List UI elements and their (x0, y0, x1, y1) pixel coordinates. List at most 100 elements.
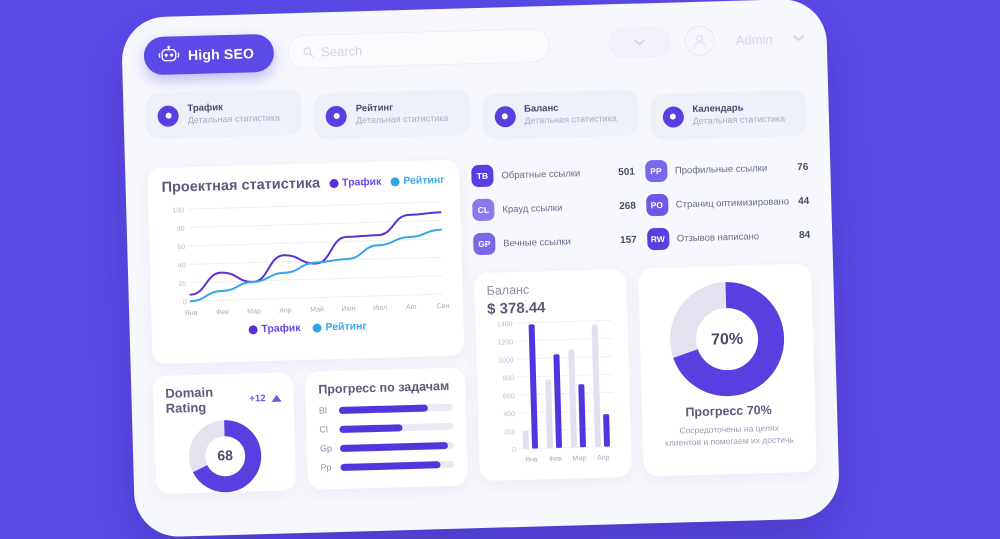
task-progress-bar (339, 422, 454, 433)
stat-value: 501 (618, 166, 636, 178)
dropdown-pill-button[interactable] (608, 26, 672, 59)
balance-card: Баланс $ 378.44 0 200 400 600 800 1000 1200 140… (474, 268, 632, 482)
svg-text:1000: 1000 (498, 357, 514, 364)
stat-row[interactable]: CL Крауд ссылки 268 (472, 189, 636, 228)
task-row: Gp (319, 440, 455, 454)
tasks-progress-card: Прогресс по задачам Bl Cl Gp Pp (304, 367, 469, 490)
task-label: Pp (320, 462, 332, 473)
donut-icon (157, 104, 179, 127)
stat-label: Вечные ссылки (503, 235, 572, 249)
line-chart: 0 20 40 60 80 100 Янв Фев Мар Апр Май Июн Июл Авг Сен (162, 196, 450, 324)
stats-list-left: TB Обратные ссылки 501 CL Крауд ссылки 268 GP В… (471, 155, 637, 262)
kpi-card-row: Трафик Детальная статистика Рейтинг Дета… (144, 75, 808, 154)
legend-label: Рейтинг (325, 320, 368, 334)
svg-text:80: 80 (177, 226, 185, 233)
triangle-up-icon (271, 394, 282, 402)
svg-text:0: 0 (512, 447, 516, 454)
task-progress-fill (340, 460, 441, 471)
svg-text:600: 600 (503, 393, 515, 400)
kpi-card-traffic[interactable]: Трафик Детальная статистика (144, 88, 303, 140)
account-name: Admin (735, 31, 773, 48)
stat-row[interactable]: GP Вечные ссылки 157 (473, 223, 637, 262)
right-bottom-row: Баланс $ 378.44 0 200 400 600 800 1000 1200 140… (474, 263, 817, 482)
svg-text:Апр: Апр (597, 454, 610, 461)
balance-bar-chart: 0 200 400 600 800 1000 1200 1400 Янв Фев Мар Апр (497, 319, 616, 464)
svg-text:40: 40 (178, 262, 186, 269)
progress-title: Прогресс 70% (685, 402, 772, 420)
svg-text:100: 100 (172, 207, 184, 214)
search-placeholder: Search (320, 42, 363, 59)
svg-text:200: 200 (504, 429, 516, 436)
domain-rating-title: Domain Rating (165, 384, 214, 416)
account-chevron-down-icon[interactable] (793, 34, 805, 42)
legend-dot-icon (328, 178, 339, 188)
page-title: Проектная статистика (161, 175, 321, 196)
search-icon (303, 46, 314, 57)
stat-badge-icon: RW (646, 227, 670, 251)
svg-text:Июн: Июн (341, 305, 355, 312)
header-spacer (564, 44, 595, 45)
svg-text:0: 0 (183, 299, 187, 306)
legend-dot-icon (312, 322, 322, 333)
task-label: Cl (319, 424, 329, 435)
stat-badge-icon: PP (644, 159, 668, 183)
legend-label: Трафик (341, 175, 382, 189)
background: High SEO Search Admin Трафик Детальная с… (0, 0, 1000, 539)
legend-dot-icon (248, 324, 258, 335)
left-column: Проектная статистика Трафик Рейтинг 0 20 4… (147, 159, 469, 495)
logo-button[interactable]: High SEO (143, 33, 275, 76)
svg-text:1200: 1200 (497, 339, 513, 346)
svg-text:60: 60 (177, 244, 185, 251)
task-label: Gp (319, 443, 333, 454)
dashboard-panel: High SEO Search Admin Трафик Детальная с… (120, 0, 841, 538)
donut-icon (493, 105, 516, 128)
svg-text:Фев: Фев (549, 456, 562, 463)
domain-rating-delta: +12 (249, 392, 266, 405)
donut-icon (662, 105, 684, 128)
svg-text:70%: 70% (710, 331, 742, 349)
svg-text:400: 400 (503, 411, 515, 418)
legend-item-rating: Рейтинг (390, 174, 445, 188)
task-row: Cl (319, 421, 454, 435)
stat-row[interactable]: RW Отзывов написано 84 (646, 218, 810, 257)
progress-donut: 70% (669, 282, 784, 397)
robot-icon (158, 45, 180, 62)
stat-row[interactable]: PP Профильные ссылки 76 (644, 150, 808, 189)
svg-text:Июл: Июл (373, 305, 387, 312)
domain-rating-card: Domain Rating +12 68 (152, 372, 297, 495)
stat-label: Страниц оптимизировано (675, 195, 790, 211)
legend-dot-icon (390, 176, 400, 186)
kpi-card-calendar[interactable]: Календарь Детальная статистика (649, 89, 808, 141)
progress-subtitle: Сосредоточены на целях клиентов и помога… (664, 422, 794, 449)
legend-label: Рейтинг (403, 173, 445, 188)
task-label: Bl (318, 405, 328, 416)
svg-text:68: 68 (217, 447, 233, 463)
stat-value: 44 (797, 195, 810, 207)
svg-text:800: 800 (502, 375, 514, 382)
kpi-card-balance[interactable]: Баланс Детальная статистика (481, 89, 640, 140)
project-statistics-card: Проектная статистика Трафик Рейтинг 0 20 4… (147, 159, 465, 365)
search-input[interactable]: Search (287, 27, 551, 70)
svg-text:Мар: Мар (247, 308, 261, 315)
avatar[interactable] (684, 25, 716, 57)
svg-text:20: 20 (178, 281, 186, 288)
svg-text:Мар: Мар (572, 455, 586, 462)
stat-value: 157 (619, 234, 637, 246)
task-progress-fill (339, 423, 403, 433)
kpi-subtitle: Детальная статистика (692, 113, 786, 127)
svg-text:Фев: Фев (216, 309, 229, 316)
legend-item-traffic: Трафик (328, 175, 382, 189)
svg-text:1400: 1400 (497, 321, 513, 328)
task-progress-fill (339, 441, 449, 452)
task-progress-bar (338, 403, 453, 414)
stat-row[interactable]: PO Страниц оптимизировано 44 (645, 184, 809, 223)
stat-row[interactable]: TB Обратные ссылки 501 (471, 155, 635, 194)
kpi-subtitle: Детальная статистика (524, 113, 617, 127)
kpi-card-rating[interactable]: Рейтинг Детальная статистика (313, 89, 471, 140)
stat-value: 76 (797, 161, 809, 173)
balance-title: Баланс (486, 282, 530, 298)
svg-text:Авг: Авг (406, 304, 418, 311)
task-progress-fill (338, 404, 428, 414)
left-bottom-row: Domain Rating +12 68 Прогресс по задачам… (152, 367, 469, 495)
progress-card: 70% Прогресс 70% Сосредоточены на целях … (638, 263, 817, 477)
